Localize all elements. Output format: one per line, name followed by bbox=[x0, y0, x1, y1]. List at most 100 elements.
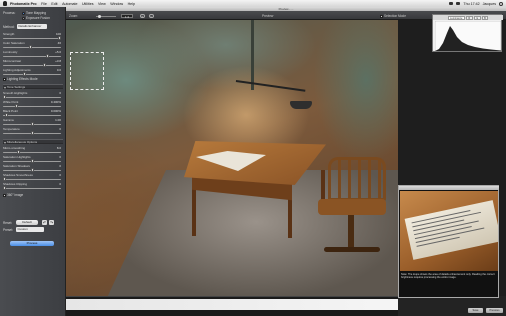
tab-blue[interactable]: B bbox=[481, 15, 489, 20]
bottom-controls: Save Previous bbox=[398, 296, 506, 316]
saturation-shadows-label: Saturation Shadows bbox=[3, 164, 30, 168]
smooth-highlights-label: Smooth Highlights bbox=[3, 91, 28, 95]
slider-knob[interactable] bbox=[43, 63, 47, 67]
loupe-window[interactable]: Note: The loupe shows the area of detail… bbox=[398, 185, 499, 298]
menu-edit[interactable]: Edit bbox=[51, 2, 57, 6]
slider-knob[interactable] bbox=[15, 104, 19, 108]
shadows-smoothness-slider[interactable] bbox=[3, 177, 61, 181]
tone-settings-section[interactable]: Tone Settings bbox=[3, 84, 63, 89]
reset-default-button[interactable]: Default bbox=[16, 220, 38, 225]
zoom-value[interactable]: 1:4 bbox=[121, 13, 133, 18]
selection-mode-toggle[interactable]: Selection Mode bbox=[380, 14, 406, 18]
saturation-shadows-slider[interactable] bbox=[3, 168, 61, 172]
slider-knob[interactable] bbox=[3, 186, 7, 190]
black-point-slider[interactable] bbox=[3, 113, 61, 117]
checkbox-icon[interactable] bbox=[380, 14, 383, 18]
zoom-out-icon[interactable]: − bbox=[149, 13, 154, 18]
slider-knob[interactable] bbox=[58, 36, 62, 40]
gamma-slider[interactable] bbox=[3, 122, 61, 126]
slider-knob[interactable] bbox=[3, 177, 7, 181]
histogram-panel[interactable]: Luminance R G B bbox=[432, 14, 503, 52]
menu-help[interactable]: Help bbox=[128, 2, 135, 6]
menu-view[interactable]: View bbox=[98, 2, 106, 6]
black-point-value: 0.000% bbox=[50, 109, 61, 113]
slider-knob[interactable] bbox=[5, 113, 9, 117]
wifi-icon[interactable] bbox=[449, 2, 454, 5]
preset-select[interactable]: Custom bbox=[16, 227, 44, 232]
slider-knob[interactable] bbox=[31, 159, 35, 163]
selection-mode-label: Selection Mode bbox=[384, 14, 406, 18]
zoom-in-icon[interactable]: + bbox=[140, 13, 145, 18]
checkbox-label: Lighting Effects Mode bbox=[7, 77, 38, 81]
redo-icon: ↷ bbox=[49, 220, 54, 225]
360-image-checkbox[interactable]: 360° image bbox=[3, 193, 23, 197]
selection-rectangle[interactable] bbox=[70, 52, 104, 90]
filmstrip-bar[interactable] bbox=[66, 299, 400, 310]
slider-knob[interactable] bbox=[98, 14, 101, 18]
menu-file[interactable]: File bbox=[41, 2, 47, 6]
preview-image[interactable] bbox=[66, 20, 398, 296]
slider-knob[interactable] bbox=[17, 150, 21, 154]
slider-knob[interactable] bbox=[3, 95, 7, 99]
histogram-graph bbox=[435, 21, 501, 51]
undo-icon: ↶ bbox=[42, 220, 47, 225]
temperature-value: 0 bbox=[59, 127, 61, 131]
temperature-label: Temperature bbox=[3, 127, 20, 131]
image-lampshade bbox=[290, 101, 312, 109]
clock[interactable]: Thu 17:42 bbox=[463, 2, 479, 6]
radio-selected-icon[interactable] bbox=[22, 11, 25, 15]
luminosity-slider[interactable] bbox=[3, 54, 61, 58]
strength-slider[interactable] bbox=[3, 36, 62, 40]
microcontrast-slider[interactable] bbox=[3, 63, 61, 67]
misc-options-section[interactable]: Miscellaneous Options bbox=[3, 139, 63, 144]
lighting-effects-checkbox[interactable]: Lighting Effects Mode bbox=[3, 77, 38, 81]
gamma-label: Gamma bbox=[3, 118, 14, 122]
shadows-clipping-slider[interactable] bbox=[3, 186, 61, 190]
slider-knob[interactable] bbox=[46, 54, 50, 58]
micro-smoothing-slider[interactable] bbox=[3, 150, 61, 154]
apple-icon[interactable] bbox=[3, 1, 7, 6]
spotlight-icon[interactable] bbox=[499, 1, 503, 6]
checkbox-icon[interactable] bbox=[3, 77, 6, 81]
saturation-highlights-slider[interactable] bbox=[3, 159, 61, 163]
microcontrast-value: +3.8 bbox=[55, 59, 61, 63]
luminosity-label: Luminosity bbox=[3, 50, 18, 54]
slider-knob[interactable] bbox=[23, 72, 27, 76]
slider-knob[interactable] bbox=[31, 168, 35, 172]
tab-red[interactable]: R bbox=[465, 15, 473, 20]
save-button[interactable]: Save bbox=[468, 308, 483, 313]
process-option-label: Tone Mapping bbox=[26, 11, 47, 15]
slider-knob[interactable] bbox=[31, 122, 35, 126]
temperature-slider[interactable] bbox=[3, 131, 61, 135]
menu-window[interactable]: Window bbox=[110, 2, 123, 6]
previous-button[interactable]: Previous bbox=[486, 308, 503, 313]
zoom-label: Zoom: bbox=[69, 14, 79, 18]
smooth-highlights-slider[interactable] bbox=[3, 95, 61, 99]
chair-base bbox=[348, 215, 354, 249]
loupe-titlebar[interactable] bbox=[399, 186, 499, 190]
menu-app[interactable]: Photomatix Pro bbox=[10, 2, 37, 6]
color-saturation-slider[interactable] bbox=[3, 45, 61, 49]
checkbox-icon[interactable] bbox=[3, 193, 6, 197]
method-select[interactable]: Details Enhancer bbox=[17, 24, 47, 29]
tab-green[interactable]: G bbox=[473, 15, 481, 20]
slider-knob[interactable] bbox=[29, 45, 33, 49]
reset-label: Reset: bbox=[3, 221, 13, 225]
process-exposure-fusion[interactable]: Exposure Fusion bbox=[22, 16, 50, 20]
process-button[interactable]: Process bbox=[10, 241, 54, 246]
lighting-adjustments-slider[interactable] bbox=[3, 72, 61, 76]
menu-utilities[interactable]: Utilities bbox=[82, 2, 94, 6]
zoom-slider[interactable] bbox=[96, 14, 116, 18]
histogram-tabs: Luminance R G B bbox=[433, 15, 503, 20]
process-label: Process: bbox=[3, 11, 16, 15]
battery-icon[interactable] bbox=[456, 2, 461, 5]
radio-icon[interactable] bbox=[22, 16, 25, 20]
redo-button[interactable]: ↷ bbox=[49, 220, 54, 225]
slider-knob[interactable] bbox=[31, 131, 35, 135]
tab-luminance[interactable]: Luminance bbox=[447, 15, 465, 20]
white-point-slider[interactable] bbox=[3, 104, 61, 108]
menu-automate[interactable]: Automate bbox=[62, 2, 77, 6]
undo-button[interactable]: ↶ bbox=[42, 220, 47, 225]
user-name[interactable]: Jacques bbox=[483, 2, 496, 6]
process-tone-mapping[interactable]: Tone Mapping bbox=[22, 11, 46, 15]
